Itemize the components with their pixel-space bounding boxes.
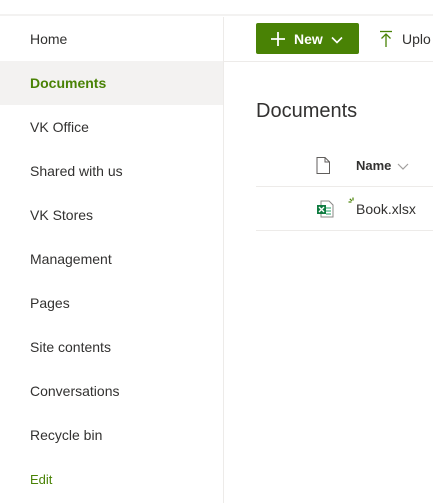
nav-item-label: Site contents [30, 339, 111, 355]
chevron-down-icon [397, 160, 409, 172]
chevron-down-icon [331, 33, 343, 45]
nav-item-label: VK Office [30, 119, 89, 135]
nav-item-vk-office[interactable]: VK Office [0, 105, 223, 149]
page-title: Documents [256, 100, 358, 122]
new-button[interactable]: New [256, 23, 359, 54]
nav-item-recycle-bin[interactable]: Recycle bin [0, 413, 223, 457]
nav-item-label: VK Stores [30, 207, 94, 223]
nav-item-label: Recycle bin [30, 427, 103, 443]
nav-edit-link[interactable]: Edit [0, 457, 223, 501]
command-bar: New Uplo [224, 17, 433, 62]
file-name-link[interactable]: Book.xlsx [356, 201, 416, 217]
nav-item-label: Management [30, 251, 112, 267]
nav-item-vk-stores[interactable]: VK Stores [0, 193, 223, 237]
nav-item-pages[interactable]: Pages [0, 281, 223, 325]
column-header-label: Name [356, 158, 392, 173]
edit-label: Edit [30, 471, 53, 487]
upload-icon [378, 30, 394, 48]
nav-item-management[interactable]: Management [0, 237, 223, 281]
nav-item-site-contents[interactable]: Site contents [0, 325, 223, 369]
nav-item-label: Documents [30, 75, 107, 91]
nav-item-label: Home [30, 31, 68, 47]
left-navigation: Home Documents VK Office Shared with us … [0, 17, 224, 503]
column-header-name[interactable]: Name [356, 158, 409, 173]
upload-button-label: Uplo [402, 30, 431, 47]
nav-item-label: Shared with us [30, 163, 123, 179]
nav-item-label: Pages [30, 295, 70, 311]
new-button-label: New [294, 30, 323, 47]
nav-item-shared-with-us[interactable]: Shared with us [0, 149, 223, 193]
list-header: Name [256, 143, 433, 187]
excel-file-icon [316, 200, 334, 218]
top-divider [0, 14, 433, 16]
upload-button[interactable]: Uplo [378, 23, 431, 54]
file-type-header-icon[interactable] [316, 157, 330, 174]
nav-item-home[interactable]: Home [0, 17, 223, 61]
nav-item-conversations[interactable]: Conversations [0, 369, 223, 413]
plus-icon [270, 31, 286, 47]
nav-item-label: Conversations [30, 383, 120, 399]
sharepoint-site: Home Documents VK Office Shared with us … [0, 0, 433, 503]
nav-item-documents[interactable]: Documents [0, 61, 223, 105]
list-item[interactable]: Book.xlsx [256, 188, 433, 231]
